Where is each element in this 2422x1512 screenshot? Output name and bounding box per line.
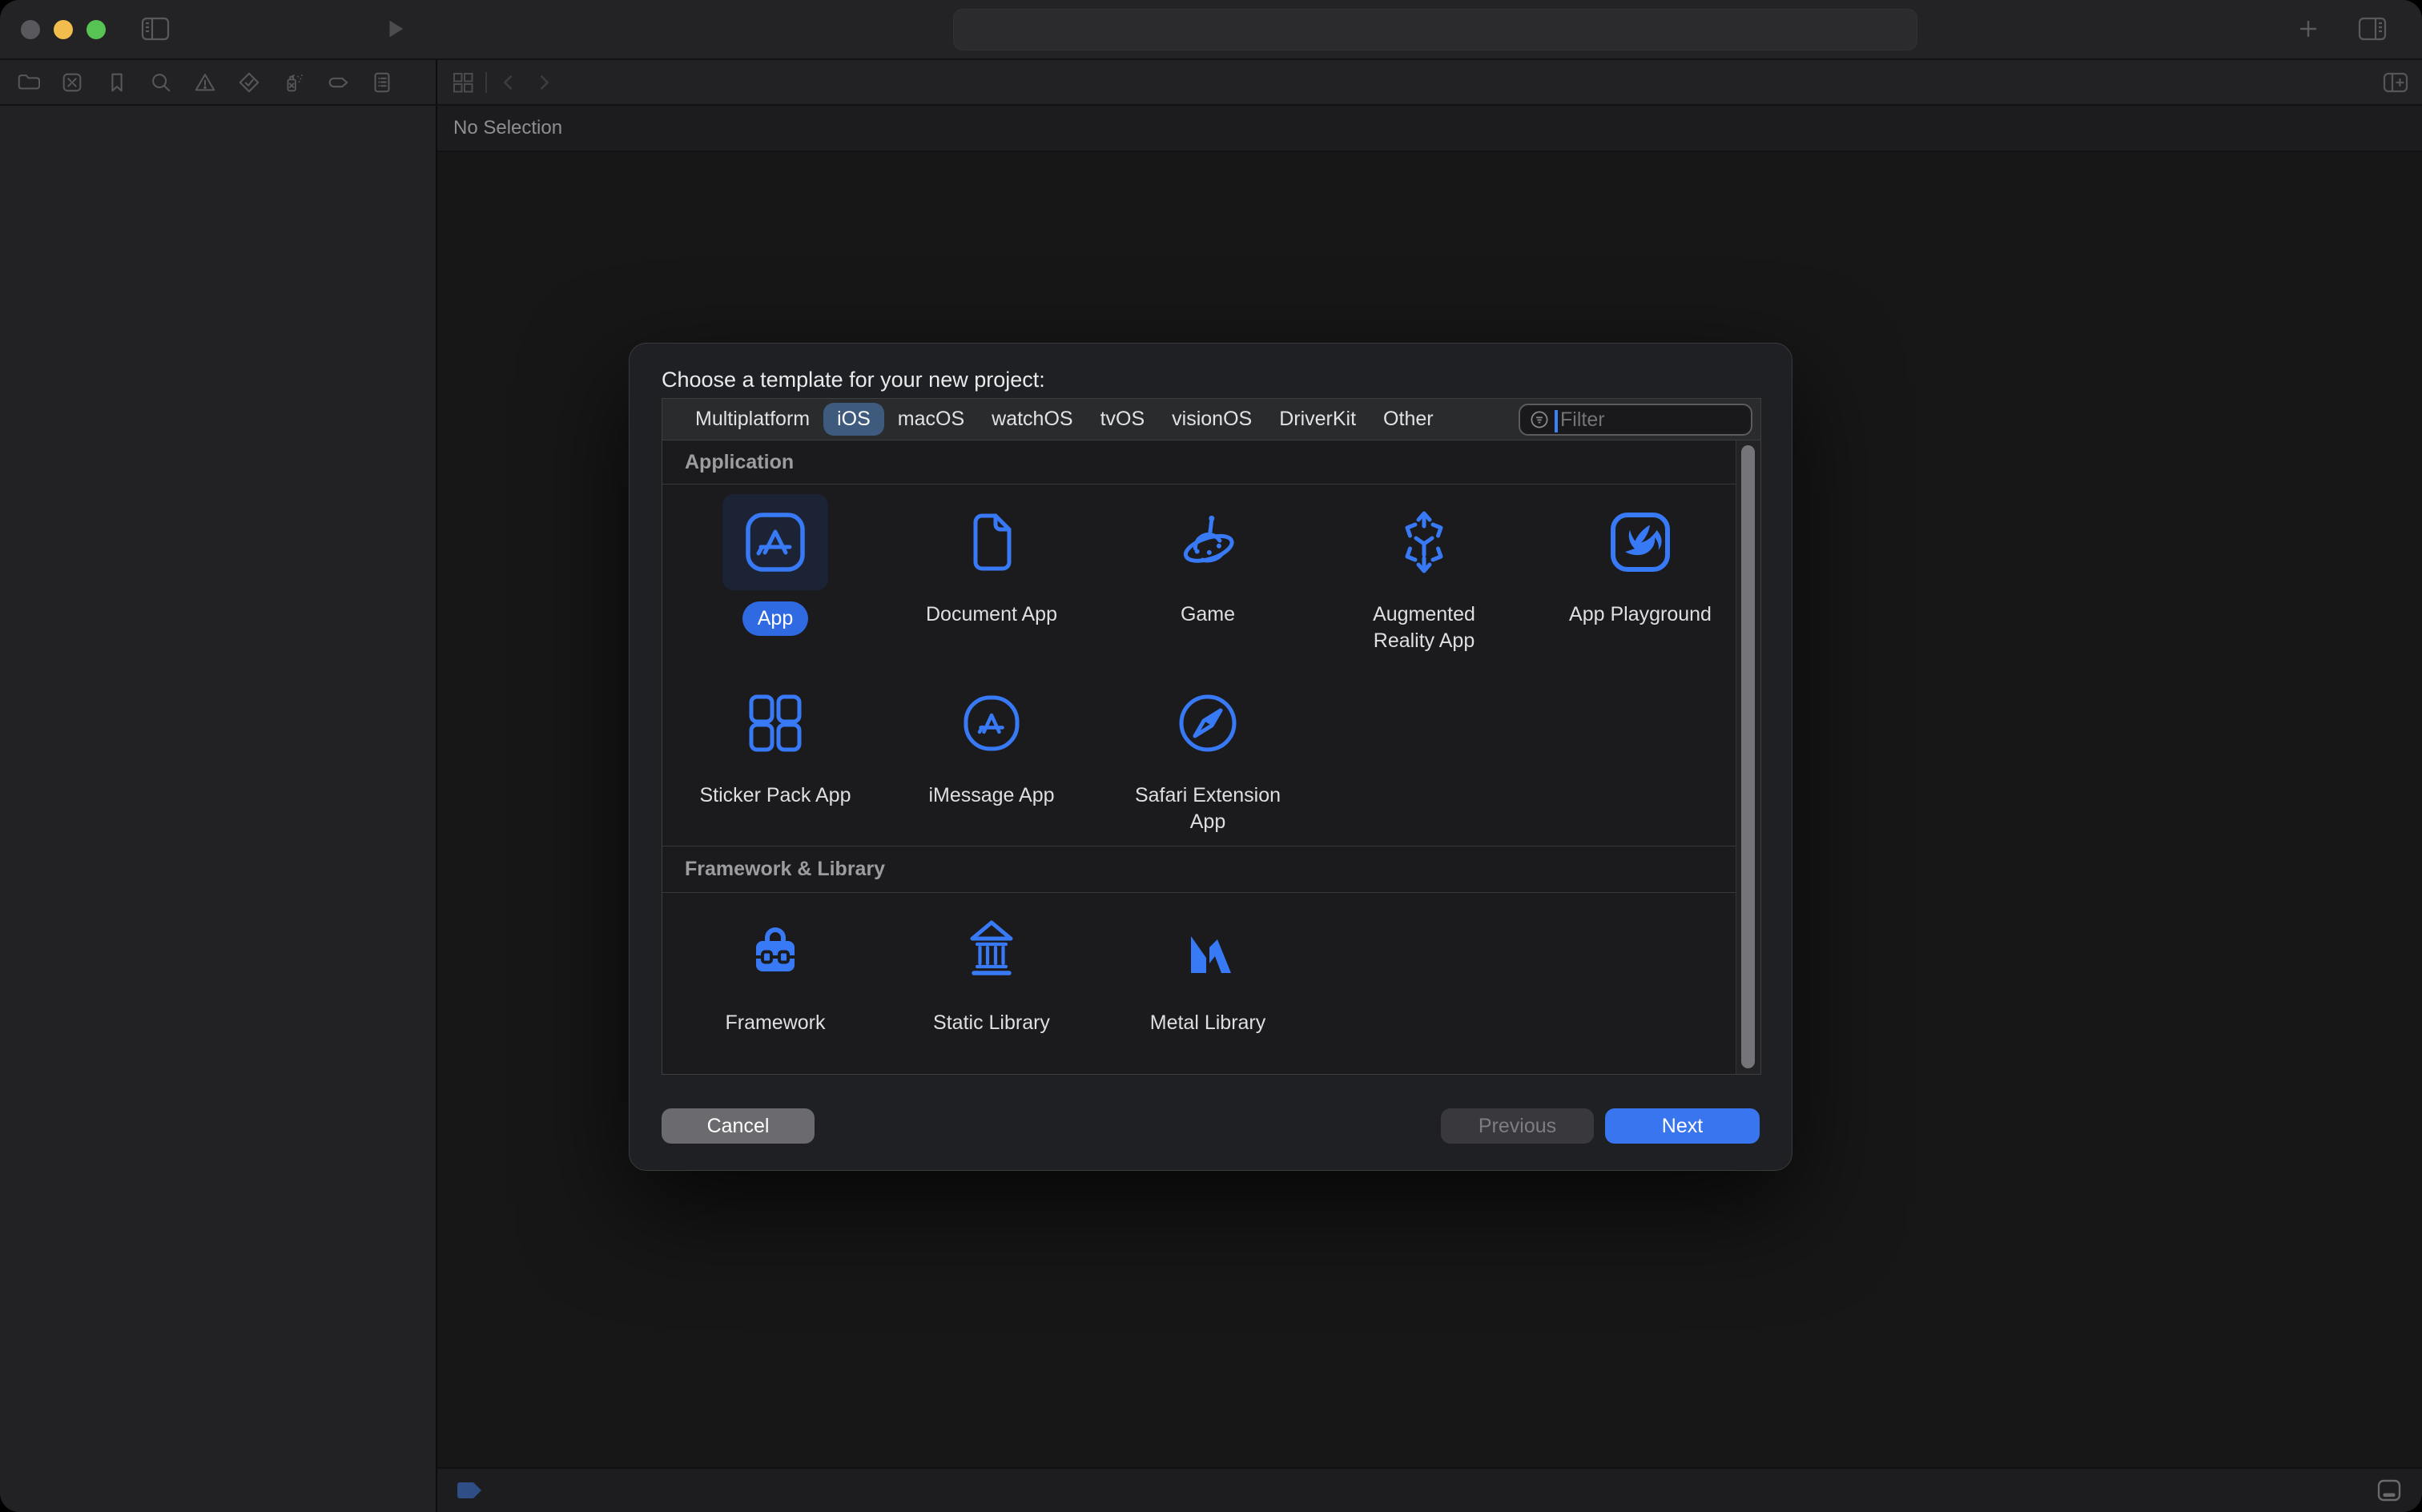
text-caret	[1555, 410, 1558, 432]
debug-navigator-icon[interactable]	[282, 70, 306, 94]
template-sticker-pack-app[interactable]: Sticker Pack App	[667, 666, 883, 846]
template-safari-extension-app[interactable]: Safari Extension App	[1100, 666, 1316, 846]
toolbar	[0, 0, 2422, 60]
divider	[485, 72, 487, 93]
section-header-application: Application	[662, 440, 1736, 485]
platform-tab-bar: Multiplatform iOS macOS watchOS tvOS vis…	[662, 398, 1761, 440]
template-label: iMessage App	[928, 782, 1054, 809]
swift-playground-icon	[1587, 494, 1693, 590]
xcode-window: No Selection Choose a template for your …	[0, 0, 2422, 1512]
jump-bar: No Selection	[437, 106, 2422, 152]
find-navigator-icon[interactable]	[149, 70, 173, 94]
tab-other[interactable]: Other	[1370, 403, 1447, 436]
scrollbar-thumb[interactable]	[1741, 445, 1755, 1068]
toggle-debug-area-icon[interactable]	[2376, 1478, 2403, 1503]
tab-visionos[interactable]: visionOS	[1158, 403, 1265, 436]
template-label: App	[742, 601, 808, 636]
toggle-inspector-icon[interactable]	[2358, 16, 2387, 42]
filter-icon	[1528, 408, 1551, 431]
toggle-navigator-icon[interactable]	[141, 16, 170, 42]
filter-field[interactable]	[1519, 404, 1752, 436]
test-navigator-icon[interactable]	[237, 70, 261, 94]
game-ufo-icon	[1155, 494, 1261, 590]
template-app[interactable]: App	[667, 485, 883, 666]
template-list: Application App	[662, 440, 1761, 1075]
template-label: Game	[1181, 601, 1235, 628]
tab-macos[interactable]: macOS	[884, 403, 978, 436]
template-label: Sticker Pack App	[700, 782, 851, 809]
static-library-icon	[939, 903, 1044, 999]
tab-watchos[interactable]: watchOS	[978, 403, 1086, 436]
template-game[interactable]: Game	[1100, 485, 1316, 666]
template-label: Document App	[926, 601, 1057, 628]
editor-bottom-bar	[437, 1467, 2422, 1512]
scrollbar	[1736, 440, 1760, 1074]
template-static-library[interactable]: Static Library	[883, 893, 1100, 1074]
filter-input[interactable]	[1559, 405, 1746, 436]
template-label: App Playground	[1569, 601, 1712, 628]
template-panel: Multiplatform iOS macOS watchOS tvOS vis…	[662, 398, 1761, 1075]
section-header-framework-library: Framework & Library	[662, 846, 1736, 893]
document-icon	[939, 494, 1044, 590]
template-label: Framework	[725, 1010, 825, 1036]
breakpoint-toggle-icon[interactable]	[457, 1482, 484, 1499]
back-icon[interactable]	[497, 70, 521, 94]
tab-multiplatform[interactable]: Multiplatform	[682, 403, 823, 436]
template-imessage-app[interactable]: iMessage App	[883, 666, 1100, 846]
template-augmented-reality-app[interactable]: Augmented Reality App	[1316, 485, 1532, 666]
safari-compass-icon	[1155, 675, 1261, 771]
template-app-playground[interactable]: App Playground	[1532, 485, 1748, 666]
cancel-button[interactable]: Cancel	[662, 1108, 815, 1144]
close-button[interactable]	[21, 20, 40, 39]
template-label: Static Library	[933, 1010, 1050, 1036]
traffic-lights	[21, 20, 106, 39]
template-label: Augmented Reality App	[1373, 601, 1475, 654]
report-navigator-icon[interactable]	[370, 70, 394, 94]
framework-grid: Framework Static Library	[662, 893, 1736, 1074]
metal-icon	[1155, 903, 1261, 999]
add-button[interactable]	[2295, 16, 2321, 42]
next-button[interactable]: Next	[1605, 1108, 1760, 1144]
navigator-tabs	[0, 60, 436, 104]
sticker-pack-icon	[722, 675, 828, 771]
template-metal-library[interactable]: Metal Library	[1100, 893, 1316, 1074]
dialog-buttons: Cancel Previous Next	[662, 1108, 1760, 1144]
forward-icon[interactable]	[532, 70, 556, 94]
editor-bar	[437, 60, 2422, 104]
navigation-bar	[0, 60, 2422, 106]
tab-tvos[interactable]: tvOS	[1087, 403, 1159, 436]
related-items-icon[interactable]	[450, 70, 476, 95]
source-control-icon[interactable]	[60, 70, 84, 94]
template-framework[interactable]: Framework	[667, 893, 883, 1074]
navigator-sidebar	[0, 106, 436, 1512]
minimize-button[interactable]	[54, 20, 73, 39]
tab-ios[interactable]: iOS	[823, 403, 884, 436]
add-editor-icon[interactable]	[2382, 70, 2409, 94]
template-document-app[interactable]: Document App	[883, 485, 1100, 666]
issue-navigator-icon[interactable]	[193, 70, 217, 94]
zoom-button[interactable]	[86, 20, 106, 39]
imessage-app-icon	[939, 675, 1044, 771]
activity-view	[953, 9, 1917, 50]
previous-button[interactable]: Previous	[1441, 1108, 1594, 1144]
template-label: Safari Extension App	[1135, 782, 1281, 835]
breakpoint-navigator-icon[interactable]	[326, 70, 350, 94]
tab-driverkit[interactable]: DriverKit	[1265, 403, 1370, 436]
framework-toolbox-icon	[722, 903, 828, 999]
new-project-dialog: Choose a template for your new project: …	[629, 343, 1792, 1171]
run-button[interactable]	[383, 17, 407, 41]
ar-cube-icon	[1371, 494, 1477, 590]
application-grid: App Document App	[662, 485, 1736, 846]
dialog-title: Choose a template for your new project:	[662, 368, 1045, 392]
app-store-icon	[722, 494, 828, 590]
template-label: Metal Library	[1150, 1010, 1266, 1036]
bookmarks-icon[interactable]	[105, 70, 129, 94]
breadcrumb: No Selection	[453, 117, 562, 139]
project-navigator-icon[interactable]	[16, 70, 40, 94]
